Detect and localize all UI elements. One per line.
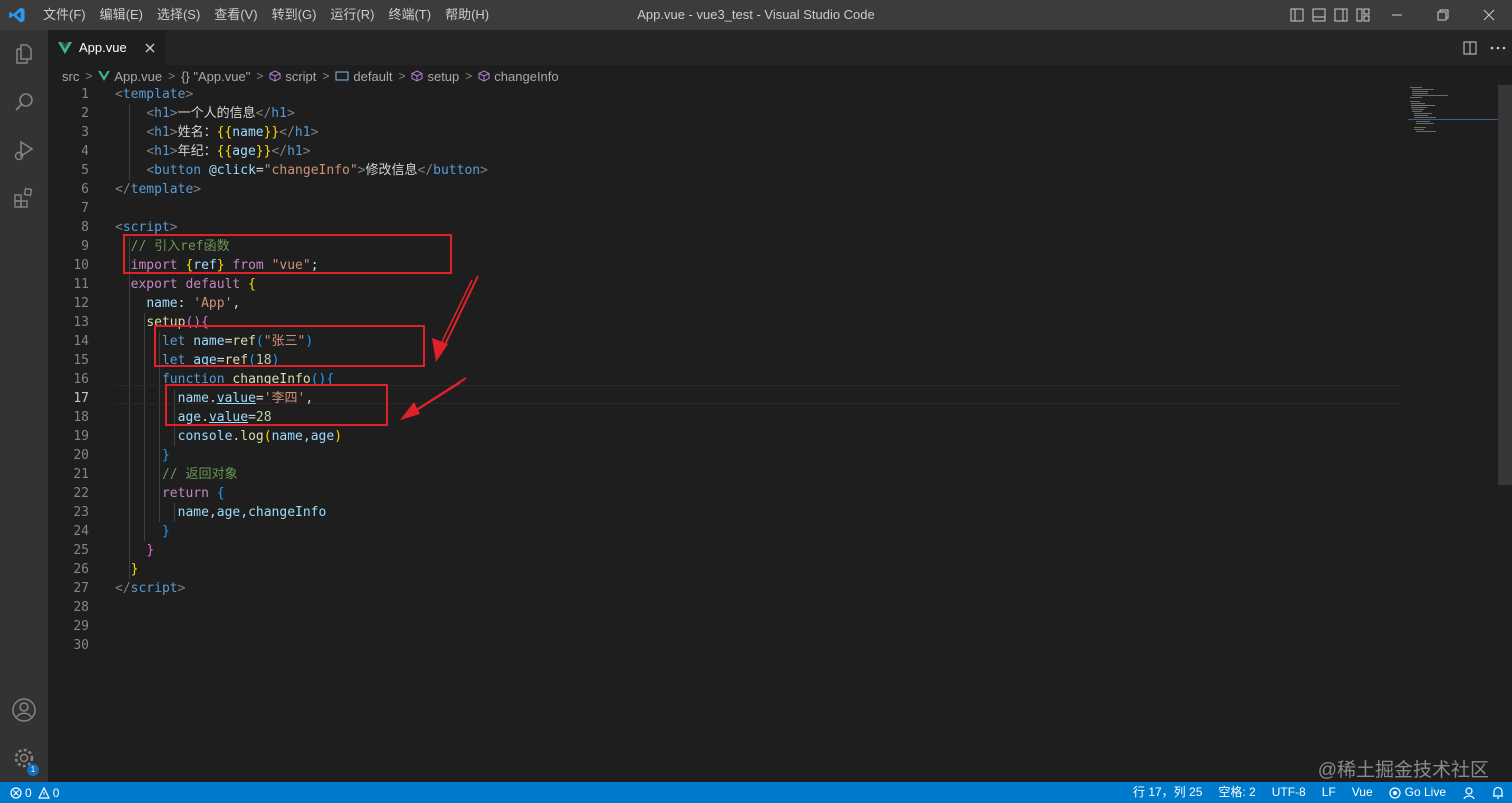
broadcast-icon: [1389, 786, 1401, 799]
indentation[interactable]: 空格: 2: [1210, 782, 1263, 803]
arrow-icon: [400, 377, 467, 420]
problems-indicator[interactable]: 0 0: [10, 782, 59, 803]
status-bar: 0 0 行 17，列 25 空格: 2 UTF-8 LF Vue Go Live: [0, 782, 1512, 803]
minimap[interactable]: [1408, 85, 1498, 145]
warning-count: 0: [52, 785, 60, 800]
go-live-label: Go Live: [1404, 785, 1446, 799]
error-count: 0: [25, 785, 32, 800]
error-icon: [10, 786, 22, 799]
annotation-arrows: [400, 275, 479, 420]
notifications-bell-icon[interactable]: [1484, 786, 1512, 799]
feedback-icon[interactable]: [1454, 786, 1484, 799]
end-of-line[interactable]: LF: [1314, 782, 1344, 803]
go-live-button[interactable]: Go Live: [1381, 782, 1454, 803]
watermark: @稀土掘金技术社区: [1317, 760, 1489, 781]
warning-icon: [37, 786, 50, 799]
arrow-icon: [432, 275, 479, 362]
cursor-position[interactable]: 行 17，列 25: [1125, 782, 1210, 803]
encoding[interactable]: UTF-8: [1264, 782, 1314, 803]
language-mode[interactable]: Vue: [1344, 782, 1381, 803]
vertical-scrollbar[interactable]: [1498, 85, 1512, 485]
